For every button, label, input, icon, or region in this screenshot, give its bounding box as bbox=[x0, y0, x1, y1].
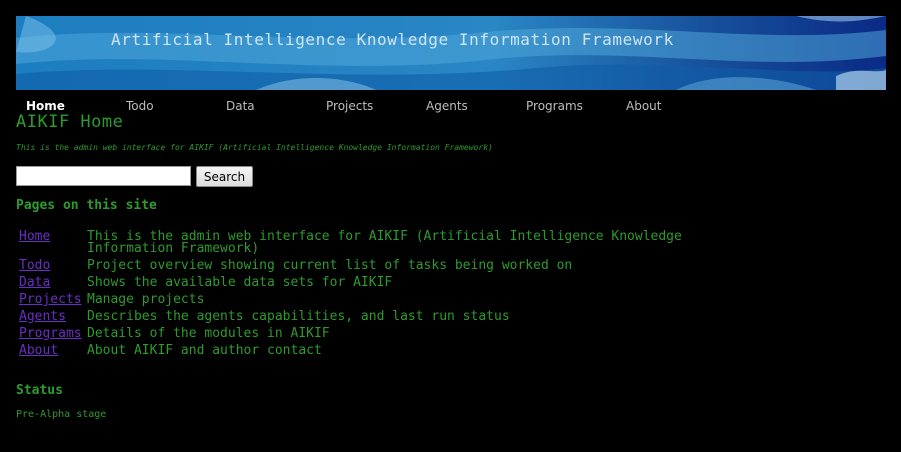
page-link-agents[interactable]: Agents bbox=[16, 306, 87, 323]
pages-table: Home This is the admin web interface for… bbox=[16, 226, 727, 357]
table-row: Data Shows the available data sets for A… bbox=[16, 272, 727, 289]
header-banner: Artificial Intelligence Knowledge Inform… bbox=[16, 16, 886, 90]
nav-item-programs[interactable]: Programs bbox=[526, 99, 583, 113]
table-row: Agents Describes the agents capabilities… bbox=[16, 306, 727, 323]
nav-item-todo[interactable]: Todo bbox=[126, 99, 154, 113]
table-row: Projects Manage projects bbox=[16, 289, 727, 306]
page-title: AIKIF Home bbox=[16, 112, 124, 132]
nav-item-home[interactable]: Home bbox=[26, 99, 65, 113]
status-heading: Status bbox=[16, 383, 63, 398]
page-description: About AIKIF and author contact bbox=[87, 343, 322, 358]
page-link-about[interactable]: About bbox=[16, 340, 87, 357]
search-button[interactable]: Search bbox=[196, 166, 253, 187]
page-description: Project overview showing current list of… bbox=[87, 258, 573, 273]
page-description: Describes the agents capabilities, and l… bbox=[87, 309, 510, 324]
page-description: Details of the modules in AIKIF bbox=[87, 326, 330, 341]
banner-background-image bbox=[16, 16, 886, 90]
nav-item-projects[interactable]: Projects bbox=[326, 99, 373, 113]
page-description: Shows the available data sets for AIKIF bbox=[87, 275, 393, 290]
banner-title: Artificial Intelligence Knowledge Inform… bbox=[111, 30, 674, 49]
page-description: Manage projects bbox=[87, 292, 205, 307]
page-description: This is the admin web interface for AIKI… bbox=[87, 229, 682, 256]
status-text: Pre-Alpha stage bbox=[16, 409, 107, 420]
main-nav: Home Todo Data Projects Agents Programs … bbox=[16, 96, 886, 116]
nav-item-about[interactable]: About bbox=[626, 99, 661, 113]
table-row: Home This is the admin web interface for… bbox=[16, 226, 727, 255]
page-link-projects[interactable]: Projects bbox=[16, 289, 87, 306]
page-link-home[interactable]: Home bbox=[16, 226, 87, 255]
table-row: Todo Project overview showing current li… bbox=[16, 255, 727, 272]
nav-item-data[interactable]: Data bbox=[226, 99, 255, 113]
page-tagline: This is the admin web interface for AIKI… bbox=[16, 143, 493, 152]
search-input[interactable] bbox=[16, 166, 191, 186]
table-row: About About AIKIF and author contact bbox=[16, 340, 727, 357]
page-link-data[interactable]: Data bbox=[16, 272, 87, 289]
page-link-todo[interactable]: Todo bbox=[16, 255, 87, 272]
table-row: Programs Details of the modules in AIKIF bbox=[16, 323, 727, 340]
nav-item-agents[interactable]: Agents bbox=[426, 99, 468, 113]
pages-section-heading: Pages on this site bbox=[16, 198, 157, 213]
page-link-programs[interactable]: Programs bbox=[16, 323, 87, 340]
